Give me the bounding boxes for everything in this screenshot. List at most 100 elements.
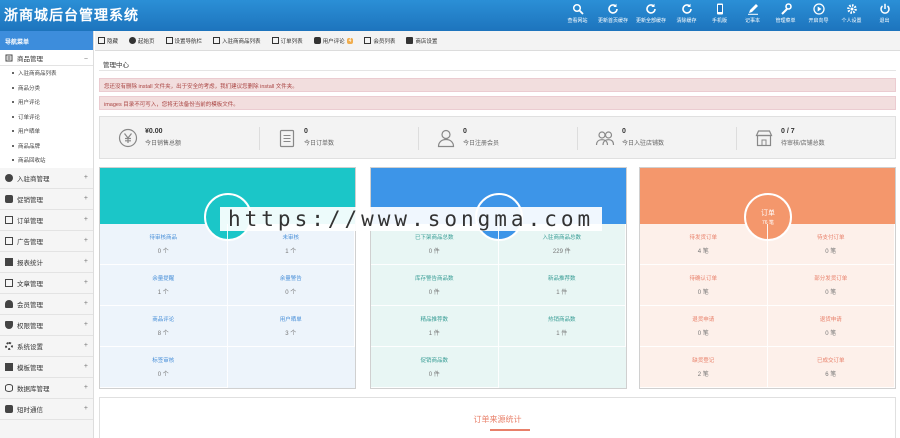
sidebar-group-merchants[interactable]: 入驻商管理 +: [0, 167, 93, 189]
sidebar-group-products[interactable]: 商品管理 −: [0, 50, 93, 66]
panel-cell[interactable]: 用户晒单 3 个: [227, 306, 355, 347]
toolbar-label: 起始页: [138, 38, 155, 45]
panel-cell[interactable]: 待确认订单 0 笔: [640, 265, 768, 306]
panel-cell[interactable]: 余量警告 0 个: [227, 265, 355, 306]
sidebar-item[interactable]: 用户晒单: [0, 124, 93, 139]
logout-button[interactable]: 退出: [869, 0, 900, 31]
yen-icon: [118, 128, 138, 147]
shop-icon: [755, 129, 773, 146]
expand-icon[interactable]: +: [84, 195, 88, 202]
expand-icon[interactable]: +: [84, 237, 88, 244]
sidebar-item[interactable]: 用户评论: [0, 95, 93, 110]
sidebar-group-promotions[interactable]: 促销管理 +: [0, 188, 93, 210]
nav-label: 查看网站: [567, 18, 588, 24]
panel-cell-value: 4 笔: [697, 249, 709, 255]
sidebar-group-members[interactable]: 会员管理 +: [0, 293, 93, 315]
refresh-all-cache-button[interactable]: 更新全部缓存: [633, 0, 669, 31]
expand-icon[interactable]: +: [84, 384, 88, 391]
panel-cell[interactable]: 余量提醒 1 个: [100, 265, 228, 306]
panel-cell[interactable]: 库存警告商品数 0 件: [371, 265, 499, 306]
sidebar-item[interactable]: 入驻商商品列表: [0, 66, 93, 81]
expand-icon[interactable]: +: [84, 258, 88, 265]
toolbar-order-list[interactable]: 订单列表: [271, 37, 303, 45]
sidebar-item[interactable]: 商品分类: [0, 80, 93, 95]
sidebar-group-articles[interactable]: 文章管理 +: [0, 272, 93, 294]
toolbar-shop-settings[interactable]: 商店设置: [406, 37, 437, 45]
sidebar-group-label: 广告管理: [17, 238, 43, 246]
gear-icon: [846, 4, 857, 14]
sidebar-item[interactable]: 商品回收站: [0, 153, 93, 168]
stat-shops: 0 今日入驻店铺数: [577, 117, 736, 158]
sidebar-group-database[interactable]: 数据库管理 +: [0, 377, 93, 399]
chart-icon: [5, 257, 13, 266]
sidebar-group-reports[interactable]: 报表统计 +: [0, 251, 93, 273]
toolbar-merchant-goods[interactable]: 入驻商商品列表: [213, 37, 261, 45]
database-icon: [5, 383, 13, 392]
panel-cell[interactable]: 已成交订单 6 笔: [767, 347, 895, 388]
panel-cell-label: 入驻商商品总数: [542, 235, 581, 241]
expand-icon[interactable]: +: [84, 405, 88, 412]
toolbar-label: 会员列表: [373, 38, 396, 45]
home-icon: [129, 37, 137, 44]
expand-icon[interactable]: +: [84, 321, 88, 328]
sidebar-group-label: 商品管理: [17, 55, 43, 63]
nav-label: 更新首页缓存: [597, 18, 628, 24]
panel-cell[interactable]: 促销商品数 0 件: [371, 347, 499, 388]
sidebar-item[interactable]: 商品品牌: [0, 138, 93, 153]
toolbar-set-nav[interactable]: 设置导航栏: [165, 37, 202, 45]
nav-label: 开启向导: [808, 18, 829, 24]
panel-cell-label: 待确认订单: [689, 276, 717, 282]
panel-cell-value: 0 笔: [697, 290, 709, 296]
notepad-button[interactable]: 记事本: [737, 0, 768, 31]
expand-icon[interactable]: +: [84, 300, 88, 307]
panel-cell[interactable]: 待发货订单 4 笔: [640, 224, 768, 265]
sidebar: 导航菜单 商品管理 − 入驻商商品列表 商品分类 用户评论 订单评论 用户晒单 …: [0, 31, 94, 438]
sidebar-group-ads[interactable]: 广告管理 +: [0, 230, 93, 252]
toolbar-member-list[interactable]: 会员列表: [364, 37, 395, 45]
expand-icon[interactable]: +: [84, 216, 88, 223]
panel-cell-value: 0 件: [428, 290, 440, 296]
expand-icon[interactable]: +: [84, 363, 88, 370]
toolbar-hide[interactable]: 隐藏: [98, 37, 118, 45]
nav-label: 管理菜单: [775, 18, 796, 24]
list-icon: [271, 37, 279, 44]
refresh-home-cache-button[interactable]: 更新首页缓存: [595, 0, 631, 31]
stat-pending-shops: 0 / 7 待审核/店铺总数: [736, 117, 895, 158]
sidebar-group-permissions[interactable]: 权限管理 +: [0, 314, 93, 336]
expand-icon[interactable]: +: [84, 174, 88, 181]
sidebar-group-system[interactable]: 系统设置 +: [0, 335, 93, 357]
sidebar-group-orders[interactable]: 订单管理 +: [0, 209, 93, 231]
panel-cell[interactable]: 部分发货订单 0 笔: [767, 265, 895, 306]
panel-cell[interactable]: 精品推荐数 1 件: [371, 306, 499, 347]
panel-cell[interactable]: 退货申请 0 笔: [767, 306, 895, 347]
panel-cell-value: 1 件: [428, 331, 440, 337]
panel-cell[interactable]: 热销商品数 1 件: [498, 306, 626, 347]
manage-menu-button[interactable]: 管理菜单: [770, 0, 801, 31]
collapse-icon[interactable]: −: [84, 56, 88, 63]
panel-cell[interactable]: 待支付订单 0 笔: [767, 224, 895, 265]
mobile-version-button[interactable]: 手机版: [704, 0, 735, 31]
panel-cell[interactable]: 缺货登记 2 笔: [640, 347, 768, 388]
sidebar-item[interactable]: 订单评论: [0, 109, 93, 124]
panel-cell[interactable]: 标签审核 0 个: [100, 347, 228, 388]
panel-cell[interactable]: 待审核商品 0 个: [100, 224, 228, 265]
start-wizard-button[interactable]: 开启向导: [803, 0, 834, 31]
view-site-button[interactable]: 查看网站: [562, 0, 593, 31]
panel-cell[interactable]: 退货申请 0 笔: [640, 306, 768, 347]
sidebar-group-messages[interactable]: 短时通信 +: [0, 398, 93, 420]
expand-icon[interactable]: +: [84, 279, 88, 286]
panel-cell-value: 1 个: [157, 290, 169, 296]
sidebar-group-label: 促销管理: [17, 196, 43, 204]
toolbar-start-page[interactable]: 起始页: [129, 37, 155, 45]
panel-cell[interactable]: 新品推荐数 1 件: [498, 265, 626, 306]
panel-cell-value: 0 笔: [825, 249, 837, 255]
toolbar-user-comments[interactable]: 用户评论 4: [313, 37, 354, 45]
personal-settings-button[interactable]: 个人设置: [836, 0, 867, 31]
sidebar-group-templates[interactable]: 模板管理 +: [0, 356, 93, 378]
clear-cache-button[interactable]: 清除缓存: [671, 0, 702, 31]
panel-cell[interactable]: 商品评论 8 个: [100, 306, 228, 347]
toolbar-label: 用户评论: [322, 38, 345, 45]
sidebar-group-label: 会员管理: [17, 301, 43, 309]
panel-cell-label: 余量提醒: [152, 276, 175, 282]
expand-icon[interactable]: +: [84, 342, 88, 349]
